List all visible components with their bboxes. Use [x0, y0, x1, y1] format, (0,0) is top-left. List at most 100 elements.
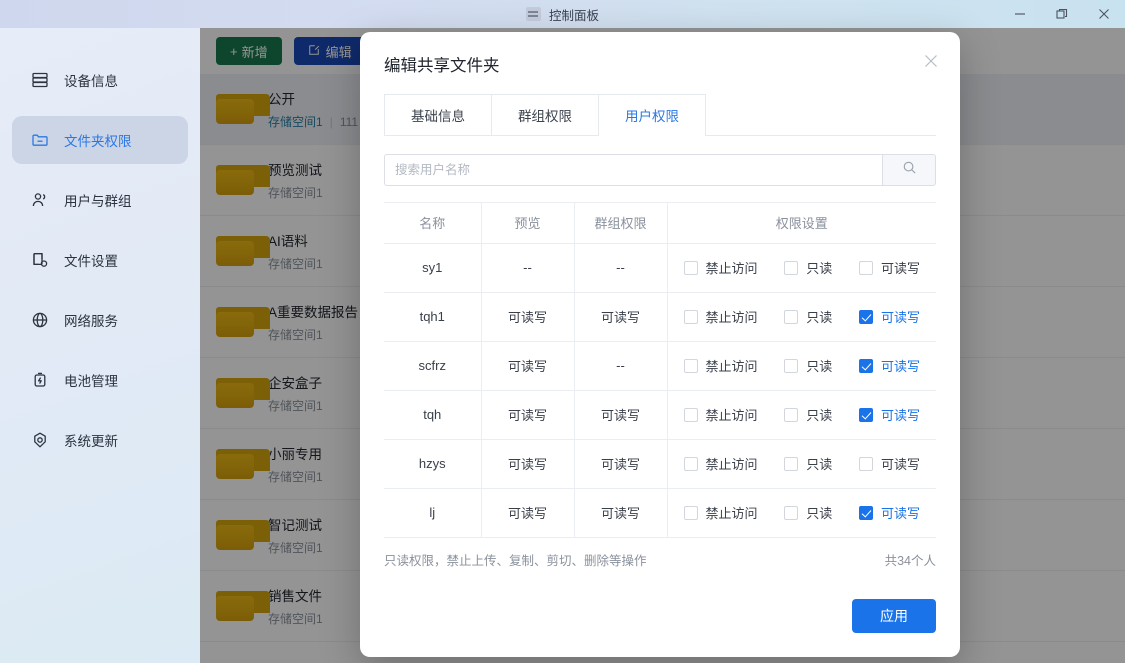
- cell-user-name: sy1: [384, 243, 482, 293]
- checkbox-read-write[interactable]: 可读写: [858, 356, 920, 375]
- checkbox-label: 禁止访问: [705, 261, 758, 276]
- cell-preview: 可读写: [481, 439, 575, 489]
- cell-user-name: scfrz: [384, 341, 482, 391]
- table-row: lj 可读写 可读写 禁止访问 只读 可读写: [384, 488, 936, 538]
- sidebar-item-label: 文件设置: [64, 254, 118, 269]
- user-permission-table-wrap: 名称 预览 群组权限 权限设置 sy1 -- -- 禁止访问 只读 可读写 tq…: [384, 202, 936, 538]
- users-icon: [30, 190, 50, 210]
- checkbox-box-icon: [858, 407, 873, 422]
- cell-permission-settings: 禁止访问 只读 可读写: [667, 390, 936, 440]
- dialog-actions: 应用: [360, 599, 960, 657]
- checkbox-read-write[interactable]: 可读写: [858, 405, 920, 424]
- checkbox-read-write[interactable]: 可读写: [858, 503, 920, 522]
- checkbox-label: 禁止访问: [705, 310, 758, 325]
- checkbox-read-only[interactable]: 只读: [784, 258, 832, 277]
- checkbox-box-icon: [784, 358, 799, 373]
- checkbox-label: 禁止访问: [705, 506, 758, 521]
- file-settings-icon: [30, 250, 50, 270]
- search-input[interactable]: [384, 154, 882, 186]
- close-button[interactable]: [1083, 0, 1125, 28]
- cell-preview: 可读写: [481, 390, 575, 440]
- checkbox-label: 只读: [806, 359, 833, 374]
- sidebar-item-network-service[interactable]: 网络服务: [12, 296, 188, 344]
- checkbox-deny-access[interactable]: 禁止访问: [683, 405, 758, 424]
- window-title: 控制面板: [548, 8, 599, 23]
- checkbox-label: 可读写: [880, 506, 920, 521]
- table-header-row: 名称 预览 群组权限 权限设置: [384, 203, 936, 244]
- checkbox-read-only[interactable]: 只读: [784, 454, 832, 473]
- sidebar-item-label: 网络服务: [64, 314, 118, 329]
- cell-preview: 可读写: [481, 488, 575, 538]
- checkbox-deny-access[interactable]: 禁止访问: [683, 356, 758, 375]
- table-row: scfrz 可读写 -- 禁止访问 只读 可读写: [384, 341, 936, 391]
- search-button[interactable]: [882, 154, 936, 186]
- tab-basic-info[interactable]: 基础信息: [384, 94, 492, 136]
- sidebar-item-system-update[interactable]: 系统更新: [12, 416, 188, 464]
- checkbox-label: 禁止访问: [705, 359, 758, 374]
- apply-button[interactable]: 应用: [852, 599, 936, 633]
- checkbox-read-only[interactable]: 只读: [784, 356, 832, 375]
- sidebar-item-users-groups[interactable]: 用户与群组: [12, 176, 188, 224]
- sidebar-item-label: 文件夹权限: [64, 134, 132, 149]
- window-titlebar: 控制面板: [0, 0, 1125, 28]
- cell-user-name: lj: [384, 488, 482, 538]
- close-icon[interactable]: [918, 48, 944, 74]
- checkbox-deny-access[interactable]: 禁止访问: [683, 307, 758, 326]
- edit-shared-folder-dialog: 编辑共享文件夹 基础信息 群组权限 用户权限 名称: [360, 32, 960, 657]
- cell-permission-settings: 禁止访问 只读 可读写: [667, 243, 936, 293]
- restore-button[interactable]: [1041, 0, 1083, 28]
- sidebar-item-folder-permission[interactable]: 文件夹权限: [12, 116, 188, 164]
- checkbox-read-only[interactable]: 只读: [784, 503, 832, 522]
- sidebar-item-label: 系统更新: [64, 434, 118, 449]
- table-row: tqh1 可读写 可读写 禁止访问 只读 可读写: [384, 292, 936, 342]
- checkbox-deny-access[interactable]: 禁止访问: [683, 503, 758, 522]
- column-header-preview: 预览: [481, 203, 575, 244]
- checkbox-label: 只读: [806, 310, 833, 325]
- checkbox-box-icon: [784, 309, 799, 324]
- checkbox-box-icon: [858, 505, 873, 520]
- user-permission-table: 名称 预览 群组权限 权限设置 sy1 -- -- 禁止访问 只读 可读写 tq…: [384, 203, 936, 538]
- minimize-button[interactable]: [999, 0, 1041, 28]
- checkbox-label: 只读: [806, 506, 833, 521]
- checkbox-deny-access[interactable]: 禁止访问: [683, 258, 758, 277]
- titlebar-center: 控制面板: [0, 0, 1125, 28]
- cell-permission-settings: 禁止访问 只读 可读写: [667, 341, 936, 391]
- cell-group-permission: 可读写: [574, 390, 668, 440]
- globe-icon: [30, 310, 50, 330]
- checkbox-label: 只读: [806, 457, 833, 472]
- table-row: tqh 可读写 可读写 禁止访问 只读 可读写: [384, 390, 936, 440]
- sidebar-item-label: 电池管理: [64, 374, 118, 389]
- sidebar-item-device-info[interactable]: 设备信息: [12, 56, 188, 104]
- checkbox-label: 禁止访问: [705, 408, 758, 423]
- checkbox-read-only[interactable]: 只读: [784, 405, 832, 424]
- cell-group-permission: 可读写: [574, 439, 668, 489]
- checkbox-read-write[interactable]: 可读写: [858, 307, 920, 326]
- checkbox-box-icon: [784, 456, 799, 471]
- cell-permission-settings: 禁止访问 只读 可读写: [667, 439, 936, 489]
- tab-group-permission[interactable]: 群组权限: [491, 94, 599, 136]
- checkbox-box-icon: [858, 456, 873, 471]
- checkbox-read-only[interactable]: 只读: [784, 307, 832, 326]
- search-icon: [902, 160, 917, 180]
- checkbox-label: 禁止访问: [705, 457, 758, 472]
- checkbox-read-write[interactable]: 可读写: [858, 454, 920, 473]
- table-body: sy1 -- -- 禁止访问 只读 可读写 tqh1 可读写 可读写 禁止访问 …: [384, 243, 936, 538]
- server-icon: [30, 70, 50, 90]
- update-icon: [30, 430, 50, 450]
- folder-permission-icon: [30, 130, 50, 150]
- sidebar-item-file-settings[interactable]: 文件设置: [12, 236, 188, 284]
- checkbox-read-write[interactable]: 可读写: [858, 258, 920, 277]
- sidebar-item-battery-management[interactable]: 电池管理: [12, 356, 188, 404]
- checkbox-label: 只读: [806, 408, 833, 423]
- table-row: sy1 -- -- 禁止访问 只读 可读写: [384, 243, 936, 293]
- column-header-group-permission: 群组权限: [574, 203, 668, 244]
- tab-user-permission[interactable]: 用户权限: [598, 94, 706, 136]
- dialog-title: 编辑共享文件夹: [384, 57, 500, 75]
- sidebar-item-label: 用户与群组: [64, 194, 132, 209]
- cell-group-permission: 可读写: [574, 292, 668, 342]
- cell-group-permission: 可读写: [574, 488, 668, 538]
- checkbox-box-icon: [858, 309, 873, 324]
- checkbox-box-icon: [683, 456, 698, 471]
- checkbox-deny-access[interactable]: 禁止访问: [683, 454, 758, 473]
- total-count: 共34个人: [884, 553, 936, 568]
